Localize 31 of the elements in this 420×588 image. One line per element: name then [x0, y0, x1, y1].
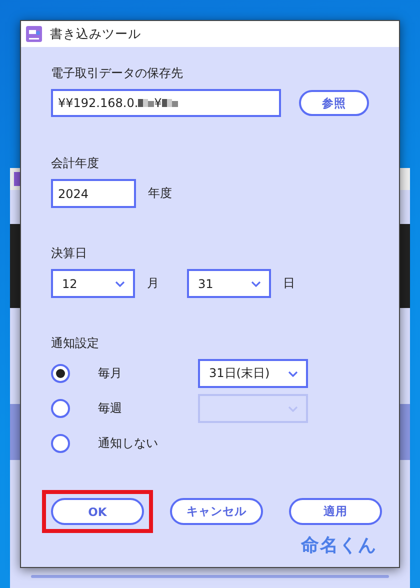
chevron-down-icon [288, 406, 298, 412]
radio-label: 毎月 [98, 365, 123, 382]
app-icon [26, 26, 42, 42]
path-field[interactable]: ¥¥192.168.0. ¥ [51, 89, 281, 117]
section-label: 通知設定 [51, 335, 100, 352]
dialog-button[interactable]: OK [51, 498, 144, 525]
chevron-down-icon [251, 280, 261, 286]
month-dropdown[interactable]: 12 [51, 269, 135, 298]
radio-button[interactable] [51, 434, 70, 453]
unit-label: 日 [283, 275, 295, 292]
year-field[interactable]: 2024 [51, 179, 136, 208]
logo: 命名くん [301, 534, 377, 557]
dialog-button[interactable]: キャンセル [170, 498, 263, 525]
chevron-down-icon [288, 370, 298, 376]
schedule-dropdown[interactable]: 31日(末日) [198, 359, 308, 388]
unit-label: 月 [147, 275, 160, 292]
pixelated-mask [162, 99, 178, 107]
radio-button[interactable] [51, 364, 70, 383]
radio-button[interactable] [51, 399, 70, 418]
day-dropdown[interactable]: 31 [187, 269, 271, 298]
radio-label: 毎週 [98, 400, 123, 417]
unit-label: 年度 [148, 185, 172, 202]
chevron-down-icon [115, 280, 125, 286]
field-label: 会計年度 [51, 155, 100, 172]
browse-button[interactable]: 参照 [299, 90, 369, 116]
pixelated-mask [138, 99, 154, 107]
dialog-button[interactable]: 適用 [289, 498, 382, 525]
radio-label: 通知しない [98, 435, 159, 452]
field-label: 電子取引データの保存先 [51, 65, 184, 82]
window-title: 書き込みツール [50, 26, 141, 42]
field-label: 決算日 [51, 245, 88, 262]
